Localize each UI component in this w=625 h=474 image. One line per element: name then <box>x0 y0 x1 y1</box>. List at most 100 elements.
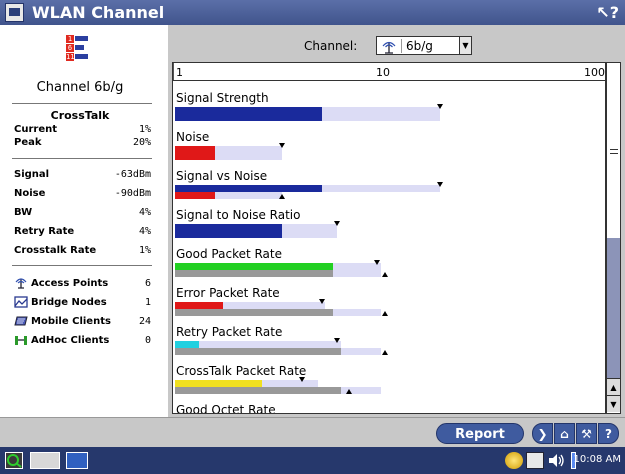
metric-label: Signal Strength <box>176 91 269 105</box>
bar-value <box>175 270 333 277</box>
stat-value: 1% <box>138 245 151 256</box>
left-panel: 1 6 11 Channel 6b/g CrossTalk Current 1%… <box>0 25 168 417</box>
tools-icon[interactable]: ⚒ <box>576 423 597 444</box>
peak-marker <box>437 104 443 109</box>
stat-value: 1% <box>138 124 151 135</box>
metric-label: CrossTalk Packet Rate <box>176 364 307 378</box>
home-icon[interactable]: ⌂ <box>554 423 575 444</box>
scale-tick: 10 <box>376 66 390 79</box>
start-icon[interactable] <box>5 452 23 469</box>
network-value: 0 <box>144 334 151 346</box>
stat-label: Noise <box>14 188 46 199</box>
stat-row-retry-rate: Retry Rate 4% <box>14 226 151 237</box>
reference-marker <box>382 311 388 316</box>
divider <box>12 265 152 266</box>
stat-value: 20% <box>132 137 151 148</box>
network-value: 1 <box>144 296 151 308</box>
scroll-down-button[interactable]: ▼ <box>607 395 620 412</box>
peak-marker <box>334 221 340 226</box>
stat-value: 4% <box>138 207 151 218</box>
stat-row-noise: Noise -90dBm <box>14 188 151 199</box>
reference-marker <box>346 389 352 394</box>
divider <box>12 103 152 104</box>
bar-value <box>175 341 199 348</box>
stat-label: Signal <box>14 169 50 180</box>
reference-marker <box>382 350 388 355</box>
bar-range <box>175 341 341 348</box>
network-value: 6 <box>144 277 151 289</box>
stat-label: BW <box>14 207 33 218</box>
peak-marker <box>334 338 340 343</box>
volume-icon[interactable] <box>547 452 567 469</box>
bridge-nodes-row[interactable]: Bridge Nodes 1 <box>14 296 151 308</box>
vertical-scrollbar[interactable]: ▲ ▼ <box>606 62 621 414</box>
keyboard-icon[interactable] <box>30 452 60 469</box>
scale-tick: 1 <box>176 66 183 79</box>
scroll-up-button[interactable]: ▲ <box>607 378 620 395</box>
network-label: Access Points <box>31 277 109 289</box>
metric-label: Retry Packet Rate <box>176 325 283 339</box>
bar-value <box>175 192 215 199</box>
stat-row-crosstalk-rate: Crosstalk Rate 1% <box>14 245 151 256</box>
mobile-client-icon <box>14 315 28 327</box>
peak-marker <box>437 182 443 187</box>
bar-value <box>175 380 262 387</box>
context-help-icon[interactable]: ↖? <box>596 3 619 22</box>
channel-select[interactable]: 6b/g ▼ <box>376 36 472 55</box>
app-icon[interactable] <box>5 3 24 22</box>
crosstalk-current-row: Current 1% <box>14 124 151 135</box>
metric-label: Error Packet Rate <box>176 286 280 300</box>
channel-label: Channel: <box>304 39 358 53</box>
scrollbar-track[interactable] <box>607 238 620 378</box>
stat-label: Current <box>14 124 58 135</box>
bar-value <box>175 146 215 160</box>
crosstalk-title: CrossTalk <box>50 109 110 122</box>
metric-label: Noise <box>176 130 210 144</box>
bar-value <box>175 263 333 270</box>
network-value: 24 <box>138 315 151 327</box>
bar-value <box>175 224 282 238</box>
channel-title: Channel 6b/g <box>36 80 124 95</box>
peak-marker <box>299 377 305 382</box>
bar-value <box>175 185 322 192</box>
scrollbar-thumb[interactable] <box>607 63 620 238</box>
stat-value: -90dBm <box>114 188 151 199</box>
stat-value: -63dBm <box>114 169 151 180</box>
network-label: Mobile Clients <box>31 315 111 327</box>
mobile-clients-row[interactable]: Mobile Clients 24 <box>14 315 151 327</box>
clipboard-icon[interactable] <box>526 452 544 469</box>
stat-value: 4% <box>138 226 151 237</box>
access-points-row[interactable]: Access Points 6 <box>14 277 151 289</box>
bar-value <box>175 348 341 355</box>
adhoc-icon <box>14 334 28 346</box>
system-taskbar: 10:08 AM <box>0 447 625 474</box>
metric-label: Good Octet Rate <box>176 403 276 414</box>
grip-icon <box>610 149 618 154</box>
channel-select-value: 6b/g <box>401 38 459 53</box>
bar-value <box>175 387 341 394</box>
window-icon[interactable] <box>66 452 88 469</box>
metrics-chart: 1 10 100 Signal Strength Noise Signal vs N… <box>172 62 606 414</box>
adhoc-clients-row[interactable]: AdHoc Clients 0 <box>14 334 151 346</box>
window-title: WLAN Channel <box>32 3 165 22</box>
peak-marker <box>279 143 285 148</box>
antenna-icon <box>14 277 28 289</box>
stat-label: Retry Rate <box>14 226 75 237</box>
chevron-down-icon[interactable]: ▼ <box>459 37 471 54</box>
metric-label: Signal vs Noise <box>176 169 268 183</box>
help-icon[interactable]: ? <box>598 423 619 444</box>
stat-row-signal: Signal -63dBm <box>14 169 151 180</box>
channel-logo-icon: 1 6 11 <box>66 35 88 63</box>
status-icon[interactable] <box>505 452 523 469</box>
forward-icon[interactable]: ❯ <box>532 423 553 444</box>
bridge-icon <box>14 296 28 308</box>
stat-row-bw: BW 4% <box>14 207 151 218</box>
clock: 10:08 AM <box>573 454 621 465</box>
title-bar: WLAN Channel ↖? <box>0 0 625 25</box>
crosstalk-peak-row: Peak 20% <box>14 137 151 148</box>
reference-marker <box>279 194 285 199</box>
bottom-toolbar: Report ❯ ⌂ ⚒ ? <box>0 417 625 447</box>
network-label: AdHoc Clients <box>31 334 110 346</box>
metric-label: Good Packet Rate <box>176 247 283 261</box>
report-button[interactable]: Report <box>436 423 524 444</box>
